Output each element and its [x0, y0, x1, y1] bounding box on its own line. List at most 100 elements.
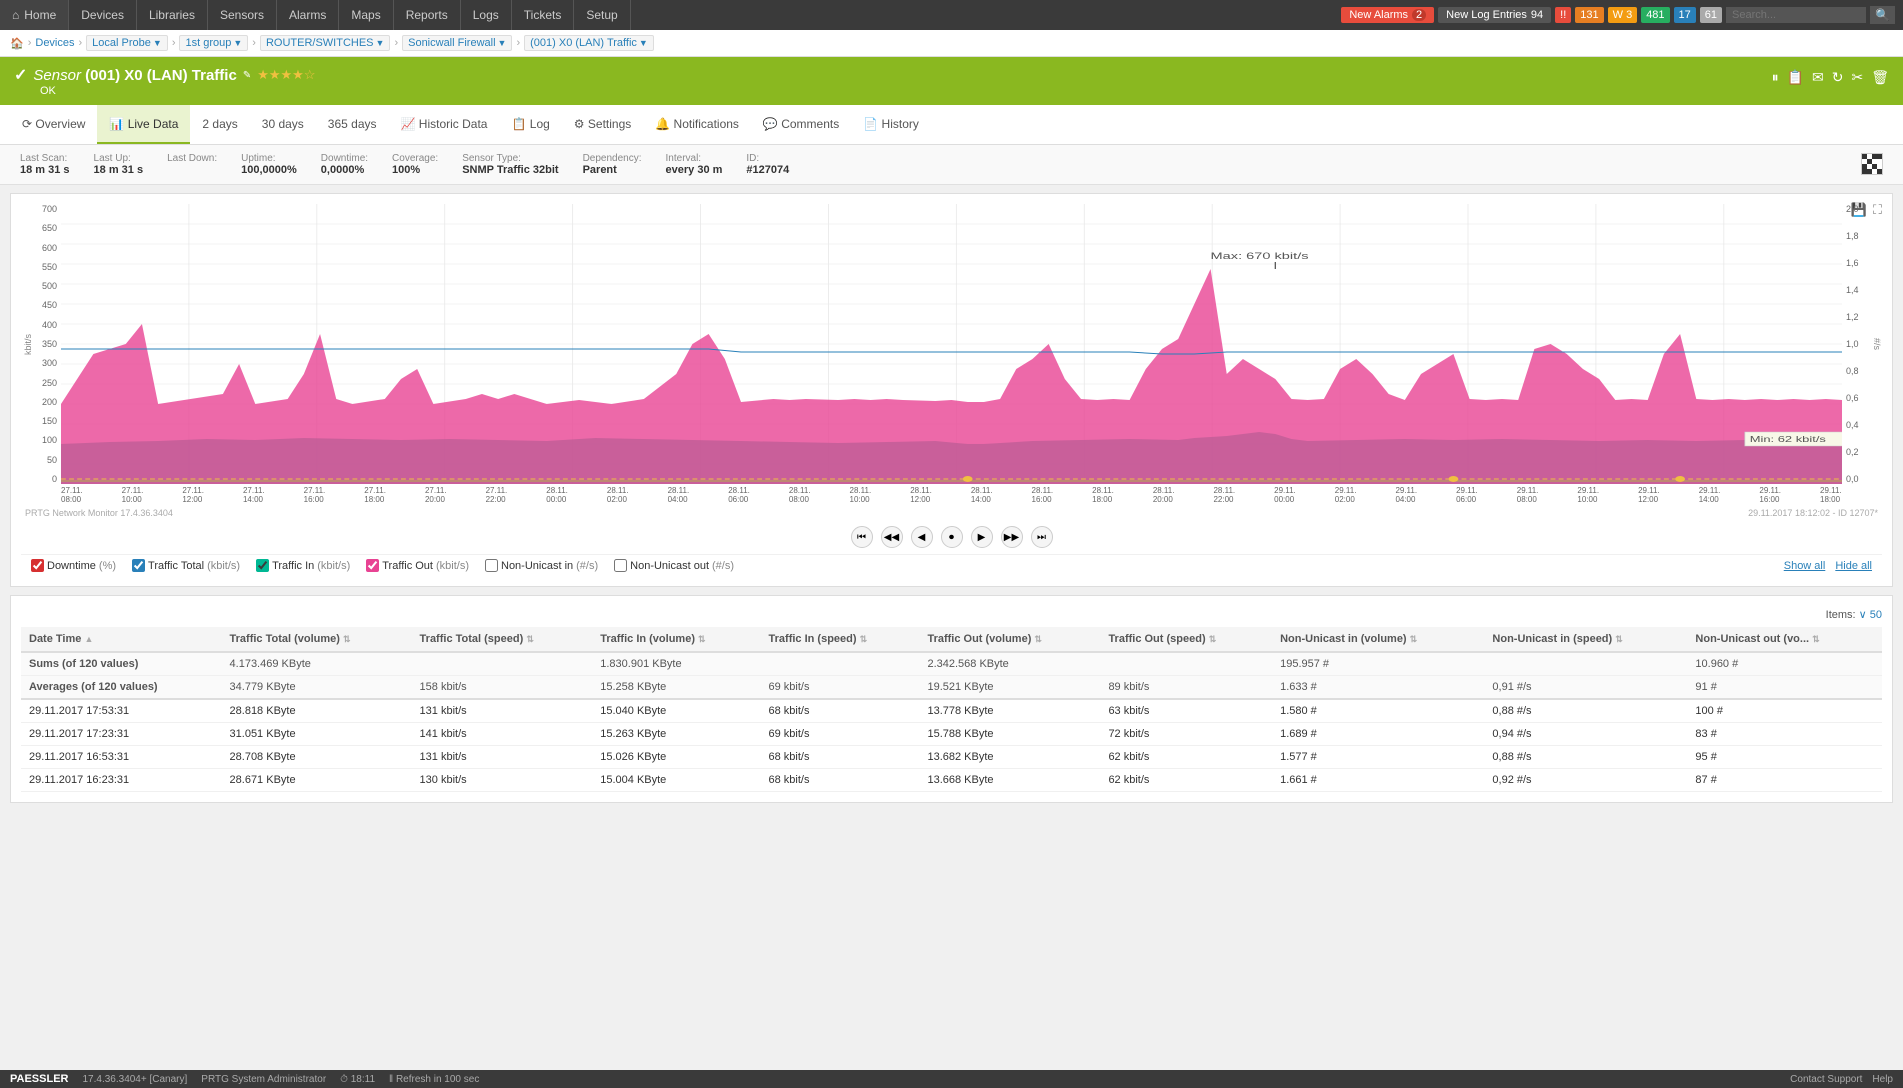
- nav-setup[interactable]: Setup: [574, 0, 630, 30]
- sum-ti-vol: 1.830.901 KByte: [592, 652, 760, 676]
- new-alarms-button[interactable]: New Alarms 2: [1341, 7, 1434, 23]
- col-nui-vol[interactable]: Non-Unicast in (volume) ⇅: [1272, 627, 1484, 652]
- col-tt-spd[interactable]: Traffic Total (speed) ⇅: [412, 627, 593, 652]
- breadcrumb-group[interactable]: 1st group▼: [179, 35, 248, 51]
- legend-links: Show all Hide all: [1784, 560, 1872, 572]
- tab-history[interactable]: 📄 History: [851, 105, 931, 144]
- col-to-vol[interactable]: Traffic Out (volume) ⇅: [919, 627, 1100, 652]
- breadcrumb-sensor[interactable]: (001) X0 (LAN) Traffic▼: [524, 35, 654, 51]
- nav-devices[interactable]: Devices: [69, 0, 137, 30]
- legend-non-unicast-in-unit: (#/s): [576, 560, 598, 572]
- legend-traffic-out[interactable]: Traffic Out (kbit/s): [366, 559, 469, 572]
- sensor-actions: ⏸ 📋 ✉ ↻ ✂ 🗑: [1772, 69, 1889, 86]
- legend-traffic-in-check[interactable]: [256, 559, 269, 572]
- legend-traffic-total-check[interactable]: [132, 559, 145, 572]
- legend-downtime-unit: (%): [99, 560, 116, 572]
- svg-text:Max: 670 kbit/s: Max: 670 kbit/s: [1211, 251, 1309, 261]
- sensor-refresh-button[interactable]: ↻: [1832, 69, 1844, 86]
- breadcrumb-devices[interactable]: Devices: [35, 37, 74, 49]
- breadcrumb-firewall[interactable]: Sonicwall Firewall▼: [402, 35, 512, 51]
- chart-next2-btn[interactable]: ▶▶: [1001, 526, 1023, 548]
- col-nui-spd[interactable]: Non-Unicast in (speed) ⇅: [1484, 627, 1687, 652]
- nav-reports[interactable]: Reports: [394, 0, 461, 30]
- chart-first-btn[interactable]: ⏮: [851, 526, 873, 548]
- tab-comments[interactable]: 💬 Comments: [751, 105, 851, 144]
- col-nuo-vol[interactable]: Non-Unicast out (vo... ⇅: [1687, 627, 1882, 652]
- tab-settings[interactable]: ⚙ Settings: [562, 105, 643, 144]
- chart-last-btn[interactable]: ⏭: [1031, 526, 1053, 548]
- interval-value: every 30 m: [666, 164, 723, 176]
- legend-traffic-total[interactable]: Traffic Total (kbit/s): [132, 559, 240, 572]
- search-input[interactable]: [1726, 7, 1866, 23]
- status-refresh: ‖ Refresh in 100 sec: [389, 1074, 479, 1085]
- sensor-pause-button[interactable]: ⏸: [1772, 69, 1779, 86]
- info-id: ID: #127074: [746, 153, 789, 176]
- chart-next-btn[interactable]: ▶: [971, 526, 993, 548]
- nav-sensors[interactable]: Sensors: [208, 0, 277, 30]
- col-ti-spd[interactable]: Traffic In (speed) ⇅: [761, 627, 920, 652]
- chart-play-btn[interactable]: ⏺: [941, 526, 963, 548]
- hide-all-link[interactable]: Hide all: [1835, 560, 1872, 572]
- sensor-copy-button[interactable]: 📋: [1787, 69, 1804, 86]
- sensor-cut-button[interactable]: ✂: [1851, 69, 1863, 86]
- tab-30days[interactable]: 30 days: [250, 105, 316, 144]
- info-qr[interactable]: [1861, 153, 1883, 175]
- svg-text:Min: 62 kbit/s: Min: 62 kbit/s: [1750, 435, 1826, 444]
- sensor-type-label: Sensor Type:: [462, 153, 558, 164]
- nav-tickets[interactable]: Tickets: [512, 0, 575, 30]
- nav-alarms[interactable]: Alarms: [277, 0, 339, 30]
- sensor-email-button[interactable]: ✉: [1812, 69, 1824, 86]
- help-link[interactable]: Help: [1872, 1074, 1893, 1085]
- nav-devices-label: Devices: [81, 8, 124, 22]
- legend-non-unicast-in-check[interactable]: [485, 559, 498, 572]
- contact-support-link[interactable]: Contact Support: [1790, 1074, 1862, 1085]
- nav-maps-label: Maps: [351, 8, 380, 22]
- items-value[interactable]: ∨ 50: [1859, 608, 1882, 621]
- tab-2days[interactable]: 2 days: [190, 105, 249, 144]
- breadcrumb-home-icon[interactable]: 🏠: [10, 37, 24, 50]
- legend-traffic-total-unit: (kbit/s): [207, 560, 240, 572]
- legend-traffic-out-check[interactable]: [366, 559, 379, 572]
- nav-home[interactable]: ⌂ Home: [0, 0, 69, 30]
- col-datetime[interactable]: Date Time ▲: [21, 627, 222, 652]
- col-ti-vol[interactable]: Traffic In (volume) ⇅: [592, 627, 760, 652]
- legend-downtime-check[interactable]: [31, 559, 44, 572]
- tab-log[interactable]: 📋 Log: [499, 105, 561, 144]
- tabs-bar: ⟳ ⟳ OverviewOverview 📊 Live Data 2 days …: [0, 105, 1903, 145]
- show-all-link[interactable]: Show all: [1784, 560, 1826, 572]
- legend-non-unicast-out[interactable]: Non-Unicast out (#/s): [614, 559, 734, 572]
- new-alarms-count: 2: [1412, 9, 1426, 21]
- sensor-name: Sensor (001) X0 (LAN) Traffic: [33, 67, 236, 84]
- sensor-stars[interactable]: ★★★★☆: [257, 67, 315, 83]
- legend-non-unicast-out-check[interactable]: [614, 559, 627, 572]
- status-version: 17.4.36.3404+ [Canary]: [82, 1074, 187, 1085]
- nav-logs[interactable]: Logs: [461, 0, 512, 30]
- tab-historic[interactable]: 📈 Historic Data: [389, 105, 500, 144]
- sensor-edit-icon[interactable]: ✎: [243, 70, 251, 81]
- legend-downtime[interactable]: Downtime (%): [31, 559, 116, 572]
- avg-ti-vol: 15.258 KByte: [592, 676, 760, 700]
- new-alarms-label: New Alarms: [1349, 9, 1408, 21]
- nav-libraries[interactable]: Libraries: [137, 0, 208, 30]
- avg-nui-spd: 0,91 #/s: [1484, 676, 1687, 700]
- tab-365days[interactable]: 365 days: [316, 105, 389, 144]
- legend-traffic-in[interactable]: Traffic In (kbit/s): [256, 559, 350, 572]
- legend-non-unicast-in[interactable]: Non-Unicast in (#/s): [485, 559, 598, 572]
- breadcrumb-router[interactable]: ROUTER/SWITCHES▼: [260, 35, 390, 51]
- sum-to-spd: [1100, 652, 1272, 676]
- breadcrumb-local-probe[interactable]: Local Probe▼: [86, 35, 168, 51]
- chart-prev-btn[interactable]: ◀: [911, 526, 933, 548]
- col-to-spd[interactable]: Traffic Out (speed) ⇅: [1100, 627, 1272, 652]
- sum-tt-spd: [412, 652, 593, 676]
- legend-non-unicast-in-label: Non-Unicast in: [501, 560, 573, 572]
- search-button[interactable]: 🔍: [1870, 6, 1895, 24]
- sensor-delete-button[interactable]: 🗑: [1871, 69, 1889, 86]
- tab-live-data[interactable]: 📊 Live Data: [97, 105, 190, 144]
- chart-prev2-btn[interactable]: ◀◀: [881, 526, 903, 548]
- new-log-button[interactable]: New Log Entries 94: [1438, 7, 1551, 23]
- nav-maps[interactable]: Maps: [339, 0, 393, 30]
- col-tt-vol[interactable]: Traffic Total (volume) ⇅: [222, 627, 412, 652]
- tab-overview[interactable]: ⟳ ⟳ OverviewOverview: [10, 105, 97, 144]
- tab-notifications[interactable]: 🔔 Notifications: [643, 105, 751, 144]
- new-log-count: 94: [1531, 9, 1543, 21]
